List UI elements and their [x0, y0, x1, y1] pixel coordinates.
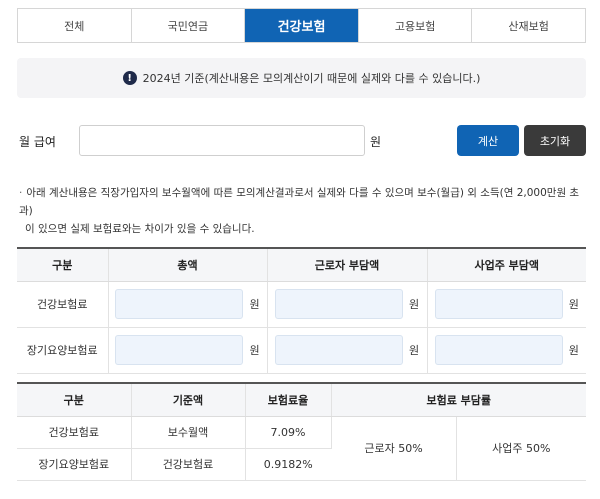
- unit-label: 원: [249, 344, 260, 357]
- header-base-amount: 기준액: [131, 383, 246, 417]
- employer-burden-ratio: 사업주 50%: [456, 416, 586, 481]
- rate-row-rate-health: 7.09%: [245, 416, 332, 449]
- header-category: 구분: [17, 248, 109, 282]
- care-total-field[interactable]: [115, 335, 244, 365]
- tab-employment-insurance[interactable]: 고용보험: [358, 9, 473, 42]
- rate-row-base-longterm-care: 건강보험료: [131, 448, 246, 481]
- health-employer-field[interactable]: [434, 289, 563, 319]
- header-burden-ratio: 보험료 부담률: [331, 383, 586, 417]
- rate-row-label-longterm-care: 장기요양보험료: [17, 448, 132, 481]
- rate-row-rate-longterm-care: 0.9182%: [245, 448, 331, 481]
- row-label-longterm-care: 장기요양보험료: [17, 327, 109, 374]
- notice-line-2: 이 있으면 실제 보험료와는 차이가 있을 수 있습니다.: [25, 223, 255, 235]
- employee-burden-ratio: 근로자 50%: [331, 416, 457, 481]
- tab-health-insurance[interactable]: 건강보험: [245, 9, 359, 42]
- table-row: 건강보험료 보수월액 7.09% 근로자 50% 사업주 50%: [17, 416, 586, 481]
- calculation-notice: 아래 계산내용은 직장가입자의 보수월액에 따른 모의계산결과로서 실제와 다를…: [19, 184, 589, 238]
- premium-result-table: 구분 총액 근로자 부담액 사업주 부담액 건강보험료 원 원 원 장기요양보험…: [17, 247, 586, 374]
- rate-row-label-health: 건강보험료: [17, 416, 132, 449]
- header-premium-rate: 보험료율: [245, 383, 332, 417]
- rate-row-base-health: 보수월액: [131, 416, 246, 449]
- header-total: 총액: [108, 248, 268, 282]
- table-row: 건강보험료 원 원 원: [17, 281, 586, 328]
- health-total-field[interactable]: [115, 289, 244, 319]
- notice-banner: ! 2024년 기준(계산내용은 모의계산이기 때문에 실제와 다를 수 있습니…: [17, 58, 586, 98]
- header-employee-share: 근로자 부담액: [267, 248, 428, 282]
- table-row: 장기요양보험료 원 원 원: [17, 327, 586, 374]
- unit-label: 원: [408, 298, 420, 311]
- premium-rate-table: 구분 기준액 보험료율 보험료 부담률 건강보험료 보수월액 7.09% 근로자…: [17, 382, 586, 481]
- insurance-tabs: 전체 국민연금 건강보험 고용보험 산재보험: [17, 8, 586, 43]
- header-employer-share: 사업주 부담액: [427, 248, 586, 282]
- unit-label: 원: [249, 298, 260, 311]
- notice-line-1: 아래 계산내용은 직장가입자의 보수월액에 따른 모의계산결과로서 실제와 다를…: [19, 184, 589, 220]
- wage-input[interactable]: [79, 125, 365, 156]
- notice-text: 2024년 기준(계산내용은 모의계산이기 때문에 실제와 다를 수 있습니다.…: [142, 72, 481, 85]
- unit-label: 원: [408, 344, 420, 357]
- health-employee-field[interactable]: [274, 289, 403, 319]
- reset-button[interactable]: 초기화: [524, 125, 586, 156]
- header-category: 구분: [17, 383, 132, 417]
- unit-label: 원: [568, 298, 579, 311]
- exclamation-circle-icon: !: [122, 71, 137, 85]
- care-employer-field[interactable]: [434, 335, 563, 365]
- care-employee-field[interactable]: [274, 335, 403, 365]
- tab-national-pension[interactable]: 국민연금: [131, 9, 246, 42]
- unit-label: 원: [568, 344, 579, 357]
- wage-unit: 원: [370, 135, 382, 149]
- row-label-health: 건강보험료: [17, 281, 109, 328]
- calculate-button[interactable]: 계산: [457, 125, 519, 156]
- wage-label: 월 급여: [19, 135, 56, 149]
- tab-all[interactable]: 전체: [18, 9, 132, 42]
- tab-industrial-accident-insurance[interactable]: 산재보험: [472, 9, 585, 42]
